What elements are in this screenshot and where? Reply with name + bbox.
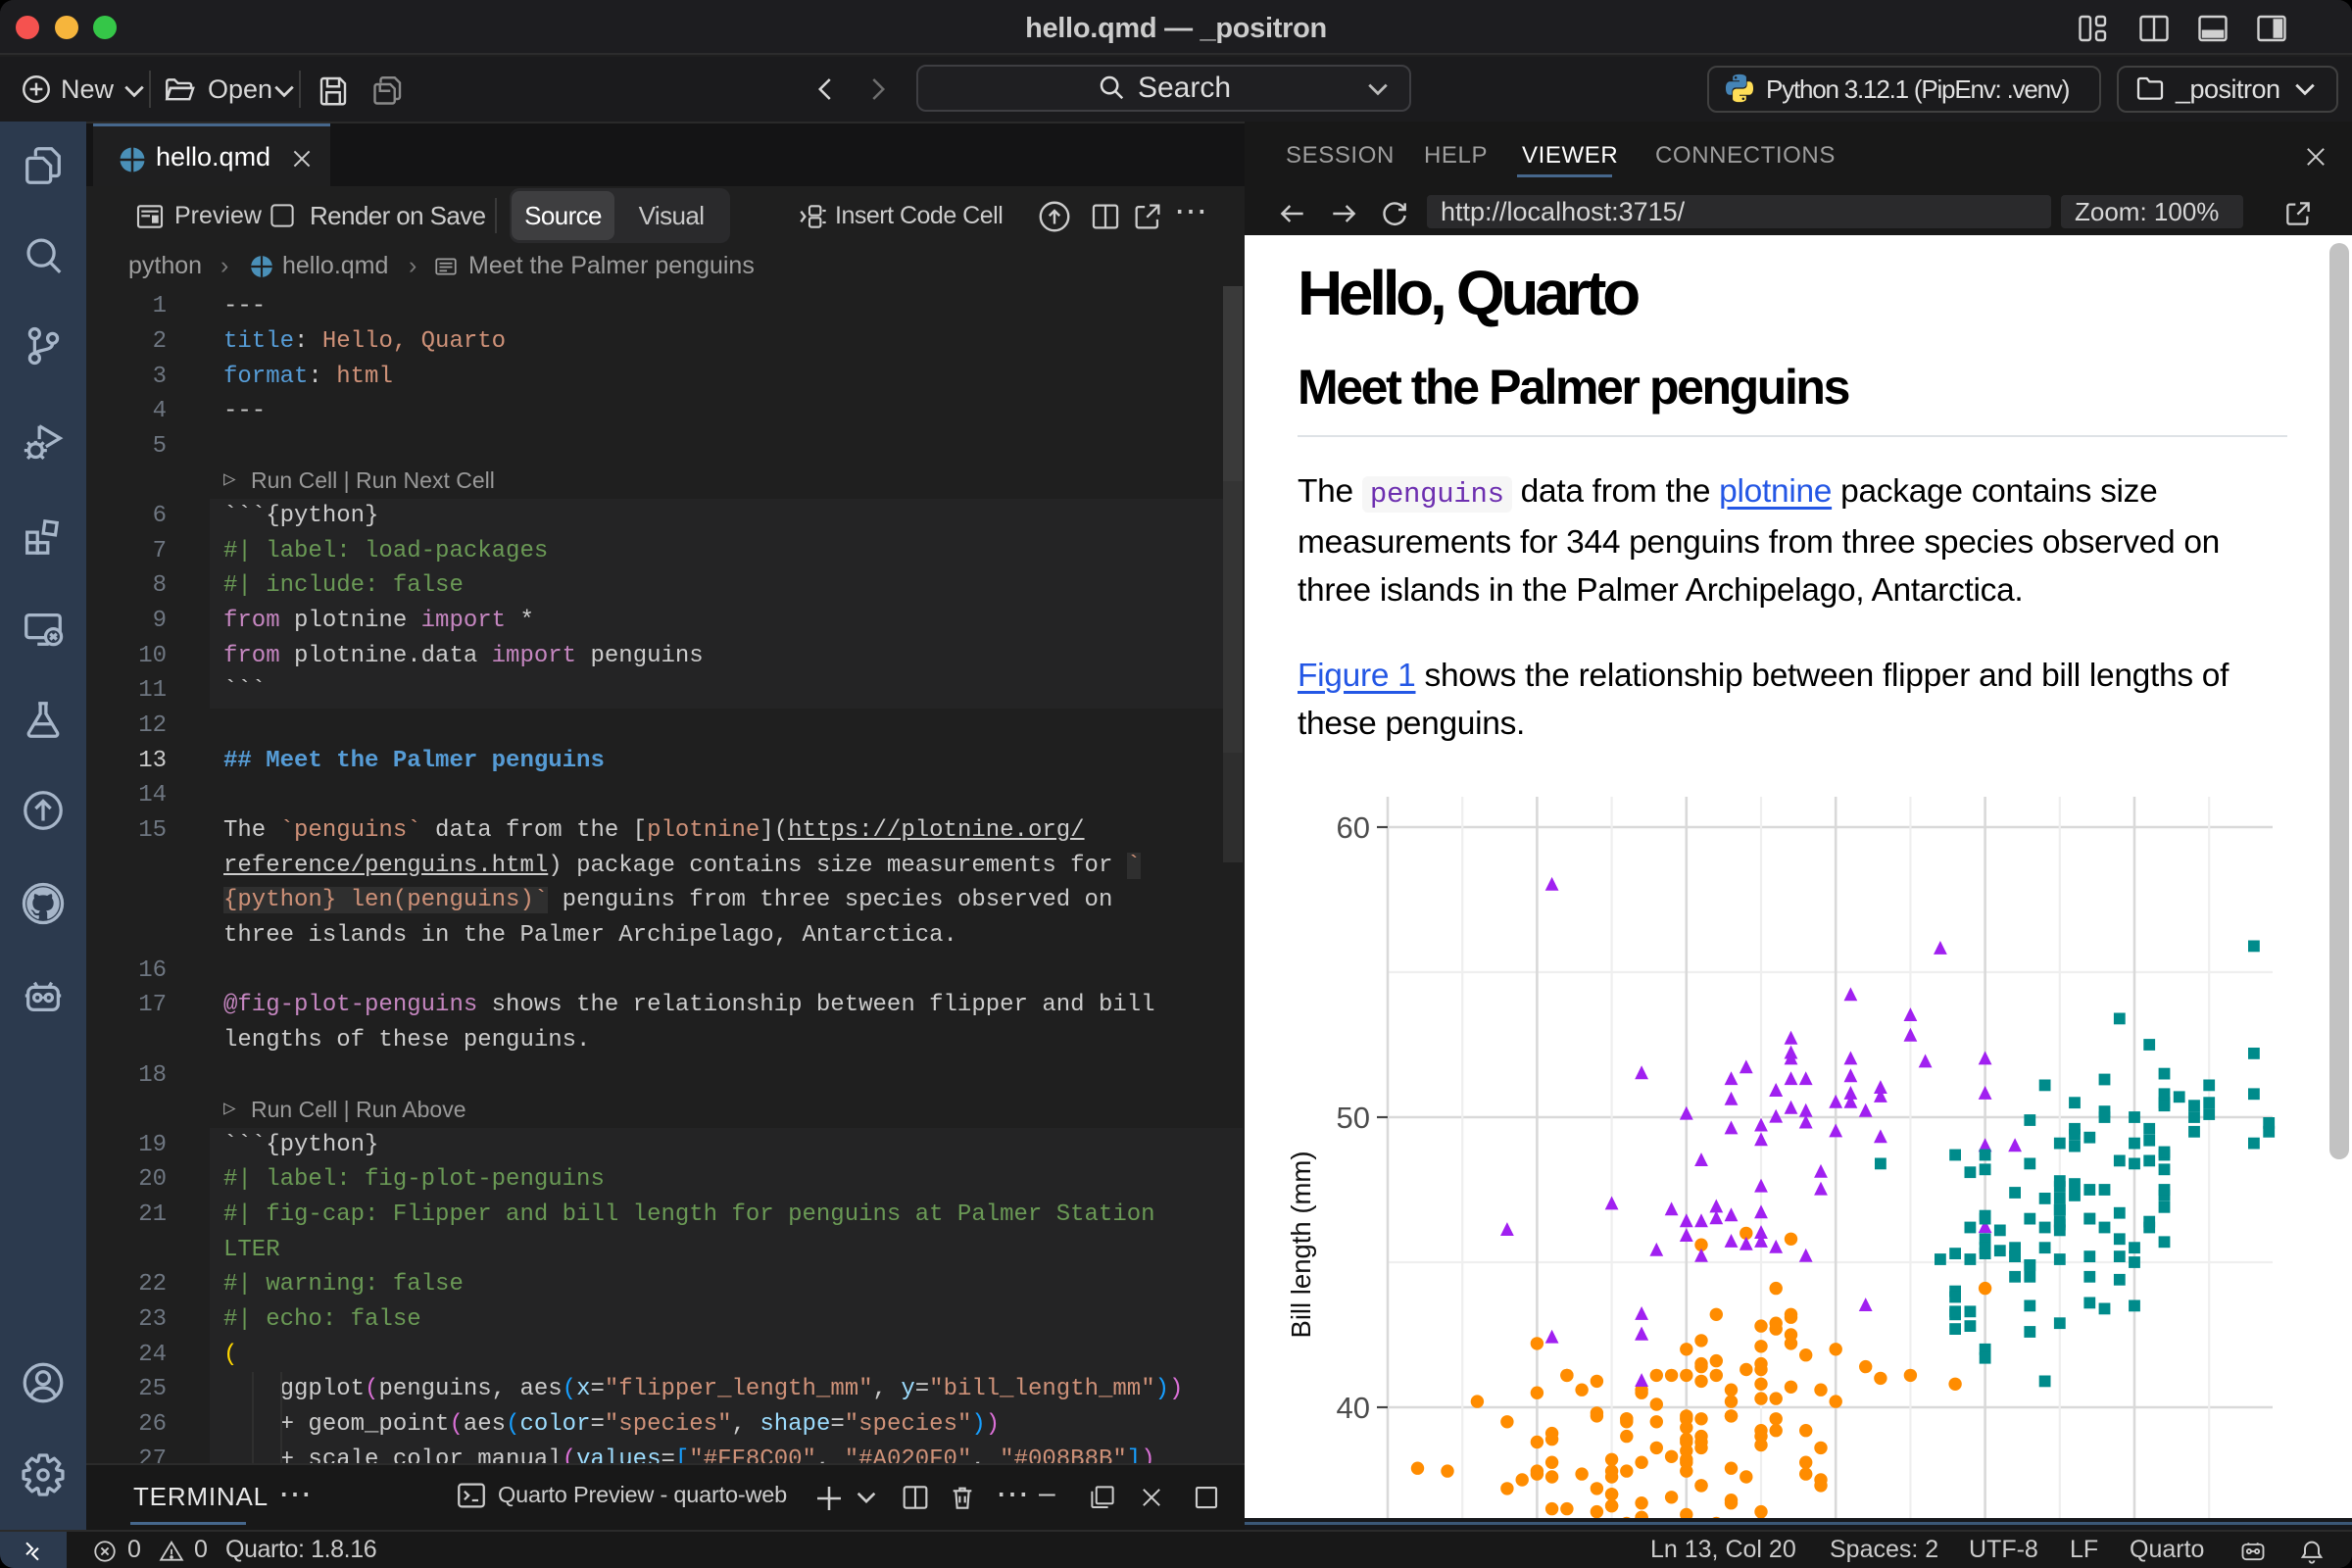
svg-text:40: 40 bbox=[1337, 1391, 1370, 1425]
svg-text:50: 50 bbox=[1337, 1101, 1370, 1135]
svg-text:Bill length (mm): Bill length (mm) bbox=[1286, 1151, 1316, 1338]
svg-text:60: 60 bbox=[1337, 810, 1370, 845]
